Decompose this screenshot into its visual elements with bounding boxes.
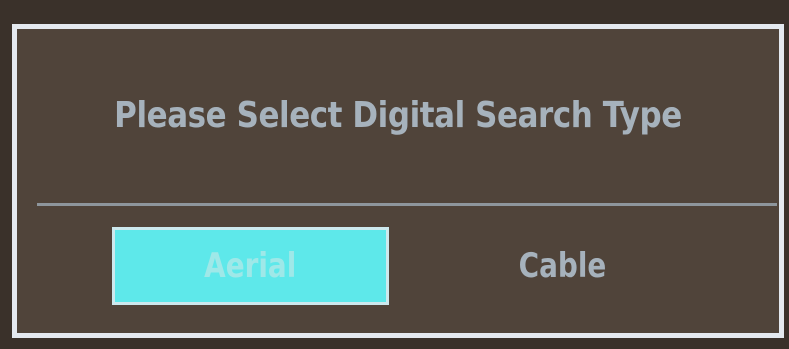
dialog-title: Please Select Digital Search Type xyxy=(114,95,682,136)
option-cable-label: Cable xyxy=(518,246,606,286)
tv-screen: Please Select Digital Search Type Aerial… xyxy=(0,0,789,349)
option-aerial-label: Aerial xyxy=(204,246,297,286)
search-type-dialog: Please Select Digital Search Type Aerial… xyxy=(12,24,784,338)
title-divider xyxy=(37,203,777,206)
option-aerial-button[interactable]: Aerial xyxy=(112,227,389,305)
option-cable-button[interactable]: Cable xyxy=(437,227,687,305)
